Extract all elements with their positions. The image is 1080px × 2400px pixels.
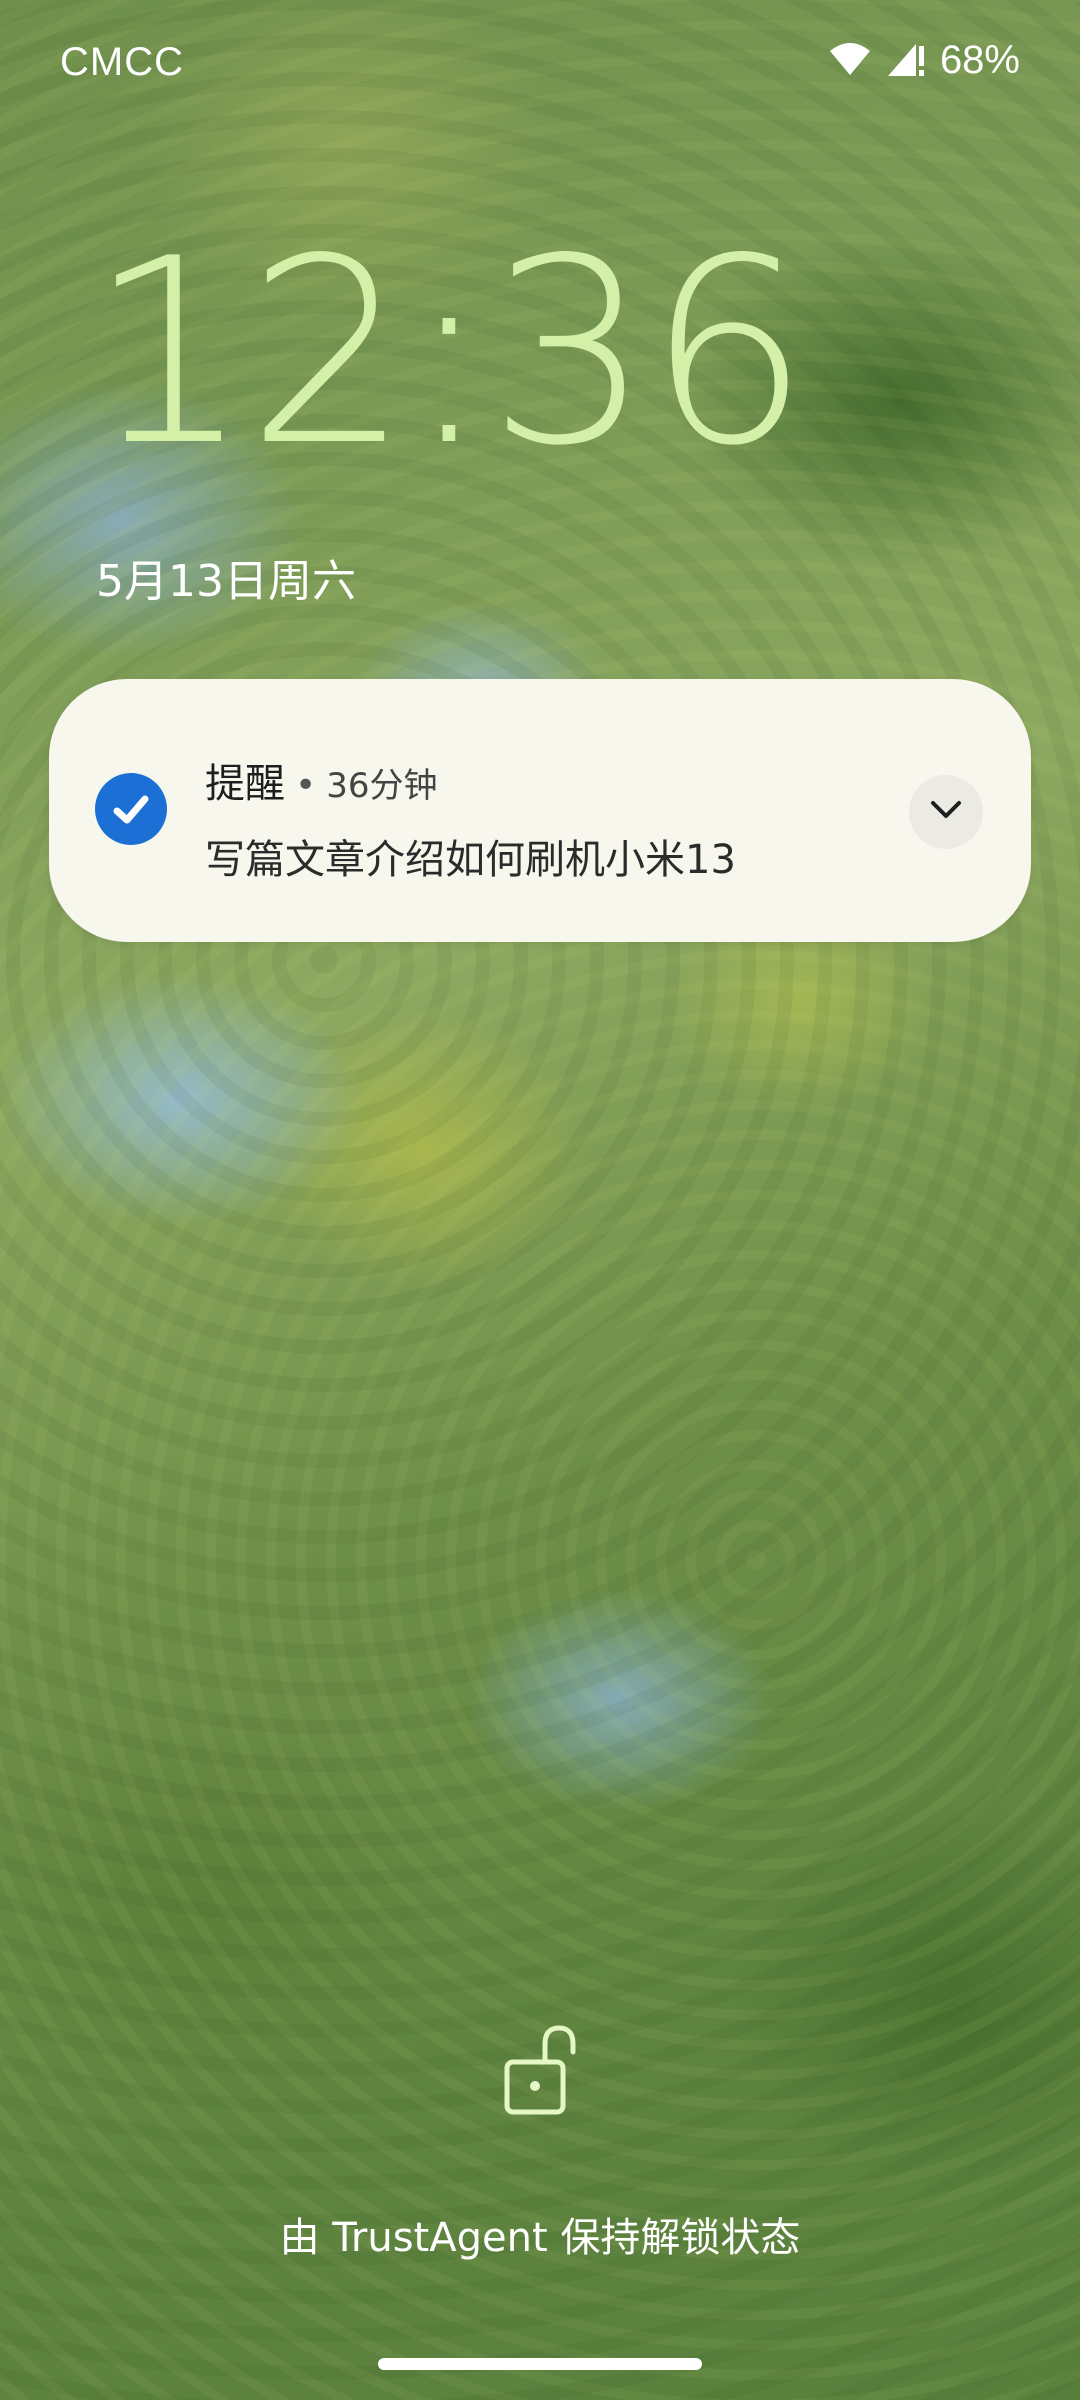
home-indicator[interactable] (378, 2358, 702, 2370)
lock-screen-clock: 12:36 (88, 204, 810, 502)
notification-text: 写篇文章介绍如何刷机小米13 (205, 837, 736, 883)
notification-app-name: 提醒 (205, 761, 285, 807)
notification-time: 36分钟 (326, 766, 438, 806)
expand-notification-button[interactable] (909, 775, 983, 849)
signal-icon (886, 40, 926, 82)
check-circle-icon (95, 773, 167, 845)
chevron-down-icon (928, 798, 964, 826)
trust-agent-message: 由 TrustAgent 保持解锁状态 (279, 2215, 801, 2261)
wifi-icon (828, 41, 872, 81)
lock-screen-date: 5月13日周六 (96, 556, 356, 607)
notification-separator: • (295, 765, 317, 806)
notification-header: 提醒 • 36分钟 (205, 751, 438, 809)
carrier-name: CMCC (60, 40, 184, 84)
status-bar: CMCC 68% (0, 0, 1080, 130)
notification-card[interactable]: 提醒 • 36分钟 写篇文章介绍如何刷机小米13 (49, 679, 1031, 942)
unlocked-padlock-icon[interactable] (503, 2022, 577, 2118)
battery-percentage: 68% (939, 38, 1020, 82)
status-icons: 68% (828, 38, 1020, 83)
lock-screen: CMCC 68% 12:36 5月13日周六 提醒 • 36分钟 写篇文章介绍如… (0, 0, 1080, 2400)
